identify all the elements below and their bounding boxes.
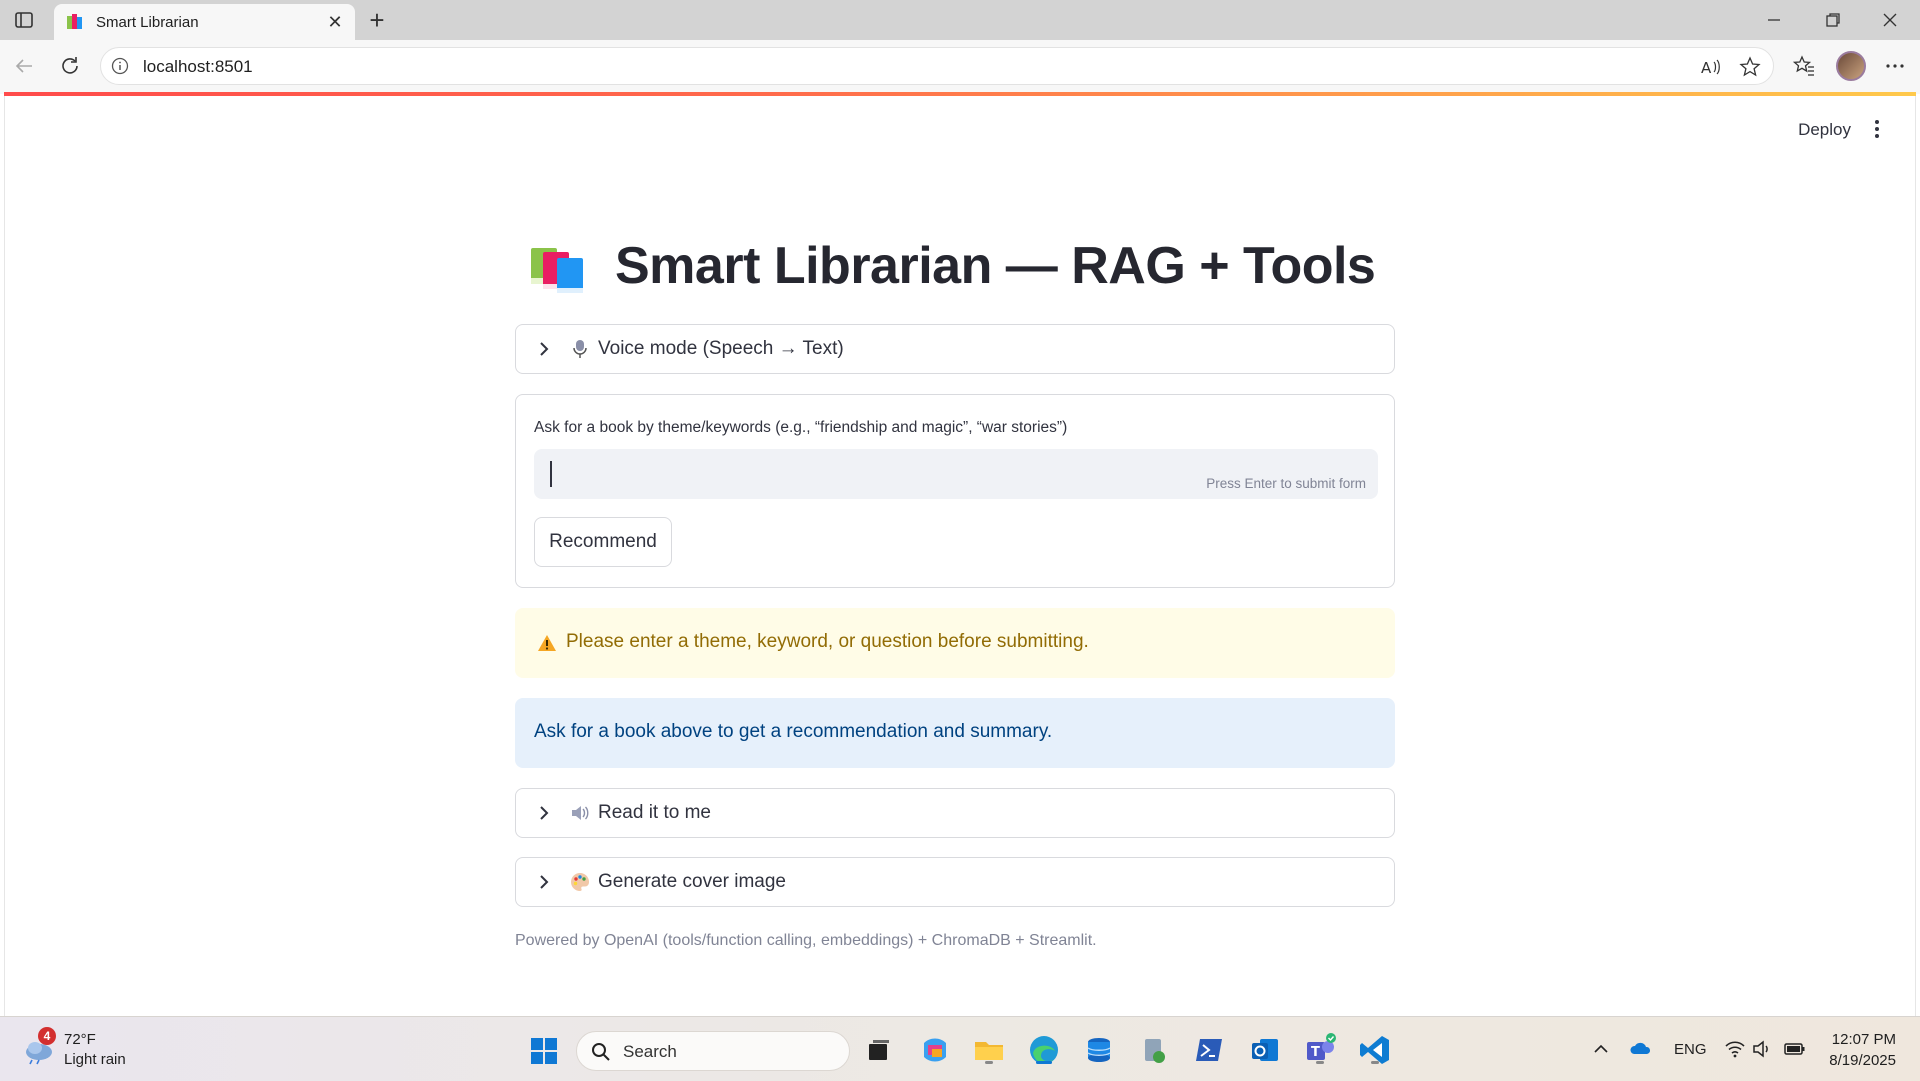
edge-browser-icon[interactable] [1027, 1033, 1061, 1067]
file-explorer-icon[interactable] [972, 1033, 1006, 1067]
back-icon[interactable] [12, 54, 36, 78]
url-text: localhost:8501 [143, 57, 253, 76]
voice-mode-label: Voice mode (Speech → Text) [598, 338, 844, 359]
outlook-icon[interactable] [1248, 1033, 1282, 1067]
deploy-button[interactable]: Deploy [1798, 120, 1851, 140]
close-window-icon[interactable] [1878, 8, 1902, 32]
weather-condition[interactable]: Light rain [64, 1051, 126, 1068]
chevron-right-icon [536, 874, 552, 890]
clock-time[interactable]: 12:07 PM [1832, 1031, 1896, 1048]
cover-image-expander[interactable]: Generate cover image [515, 857, 1395, 907]
vscode-icon[interactable] [1358, 1033, 1392, 1067]
page-header: Smart Librarian — RAG + Tools [529, 236, 1389, 300]
tab-close-icon[interactable]: ✕ [325, 12, 345, 32]
powershell-icon[interactable] [1192, 1033, 1226, 1067]
warning-message: Please enter a theme, keyword, or questi… [566, 631, 1089, 652]
voice-mode-expander[interactable]: Voice mode (Speech → Text) [515, 324, 1395, 374]
refresh-icon[interactable] [58, 54, 82, 78]
running-indicator [1371, 1061, 1379, 1064]
minimize-icon[interactable] [1762, 8, 1786, 32]
warning-icon [537, 634, 557, 652]
site-info-icon[interactable] [111, 57, 129, 75]
onedrive-icon[interactable] [1630, 1039, 1652, 1059]
chevron-right-icon [536, 341, 552, 357]
browser-tab-bar: Smart Librarian ✕ + [0, 0, 1920, 40]
database-app-icon[interactable] [1082, 1033, 1116, 1067]
tab-title: Smart Librarian [96, 14, 199, 31]
volume-icon[interactable] [1752, 1039, 1774, 1059]
favorite-star-icon[interactable] [1739, 56, 1761, 78]
book-request-form: Ask for a book by theme/keywords (e.g., … [515, 394, 1395, 588]
os-taskbar: 4 72°F Light rain Search T ENG 12:07 PM … [0, 1016, 1920, 1081]
warning-alert: Please enter a theme, keyword, or questi… [515, 608, 1395, 678]
submit-hint: Press Enter to submit form [1206, 476, 1366, 491]
microphone-icon [570, 339, 590, 359]
query-input[interactable]: Press Enter to submit form [534, 449, 1378, 499]
palette-icon [570, 872, 590, 892]
speaker-icon [570, 803, 590, 823]
page-title: Smart Librarian — RAG + Tools [615, 237, 1376, 295]
app-viewport: Deploy Smart Librarian — RAG + Tools Voi… [4, 96, 1916, 1016]
books-favicon-icon [66, 14, 84, 30]
taskbar-search[interactable]: Search [576, 1031, 850, 1071]
show-hidden-icons-icon[interactable] [1590, 1039, 1612, 1059]
task-view-icon[interactable] [862, 1033, 896, 1067]
recommend-button[interactable]: Recommend [534, 517, 672, 567]
m365-copilot-icon[interactable] [918, 1033, 952, 1067]
search-placeholder: Search [623, 1042, 677, 1061]
weather-temperature[interactable]: 72°F [64, 1031, 96, 1048]
app-menu-icon[interactable] [1867, 118, 1887, 140]
weather-alert-badge: 4 [38, 1027, 56, 1045]
clock-date[interactable]: 8/19/2025 [1829, 1052, 1896, 1069]
wifi-icon[interactable] [1724, 1039, 1746, 1059]
running-indicator [985, 1061, 993, 1064]
read-aloud-icon[interactable]: A [1699, 56, 1721, 78]
read-aloud-expander[interactable]: Read it to me [515, 788, 1395, 838]
books-emoji-icon [529, 242, 587, 294]
tab-actions-icon[interactable] [14, 10, 34, 30]
cover-image-label: Generate cover image [598, 871, 786, 892]
restore-icon[interactable] [1821, 8, 1845, 32]
active-indicator [1036, 1061, 1052, 1064]
query-field-label: Ask for a book by theme/keywords (e.g., … [534, 419, 1068, 436]
browser-tab[interactable]: Smart Librarian ✕ [54, 4, 355, 40]
running-indicator [1316, 1061, 1324, 1064]
info-alert: Ask for a book above to get a recommenda… [515, 698, 1395, 768]
windows-start-icon[interactable] [530, 1037, 558, 1065]
battery-icon[interactable] [1784, 1039, 1806, 1059]
text-cursor [550, 461, 552, 487]
info-message: Ask for a book above to get a recommenda… [534, 721, 1053, 742]
footer-caption: Powered by OpenAI (tools/function callin… [515, 932, 1097, 949]
favorites-icon[interactable] [1792, 54, 1816, 78]
browser-menu-icon[interactable] [1883, 54, 1907, 78]
profile-avatar[interactable] [1836, 51, 1866, 81]
svg-text:A: A [1701, 59, 1712, 77]
read-aloud-label: Read it to me [598, 802, 711, 823]
chevron-right-icon [536, 805, 552, 821]
input-language[interactable]: ENG [1674, 1041, 1707, 1058]
new-tab-icon[interactable]: + [364, 7, 390, 33]
browser-toolbar: localhost:8501 A [0, 40, 1920, 94]
teams-icon[interactable]: T [1303, 1033, 1337, 1067]
svg-text:T: T [1311, 1045, 1320, 1060]
search-icon [591, 1042, 611, 1062]
security-app-icon[interactable] [1137, 1033, 1171, 1067]
address-bar[interactable]: localhost:8501 A [100, 47, 1774, 85]
recommend-button-label: Recommend [549, 531, 657, 552]
